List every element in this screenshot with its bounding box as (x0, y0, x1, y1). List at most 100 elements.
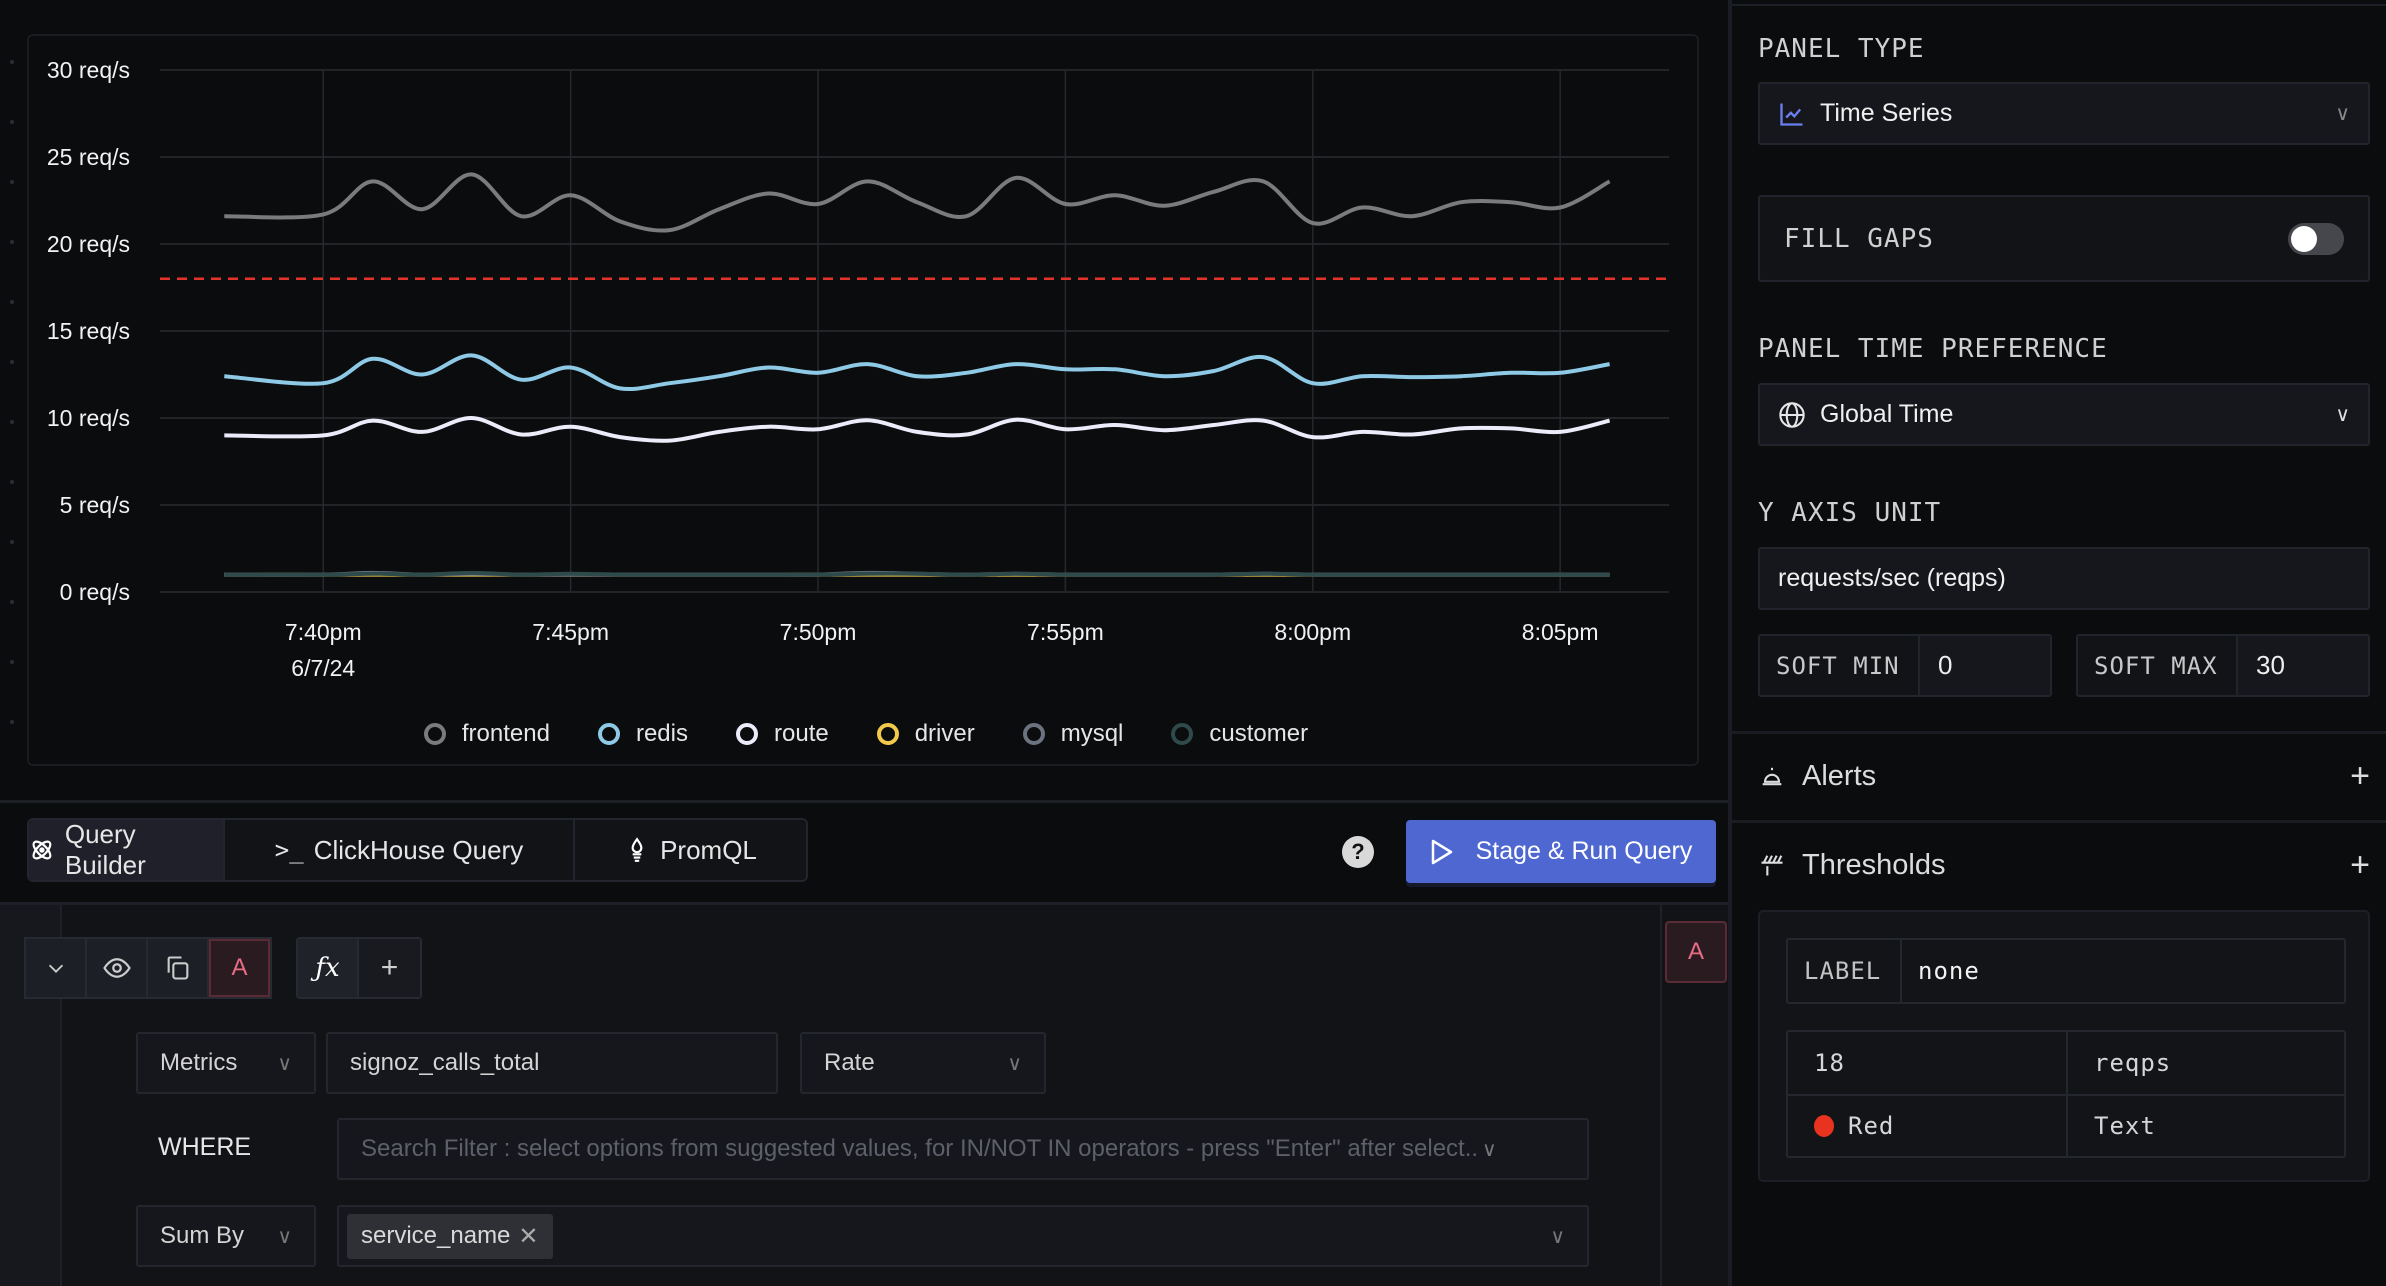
aggregate-operator-value: Rate (824, 1049, 875, 1076)
clone-query-button[interactable] (148, 939, 209, 997)
toggle-knob (2291, 225, 2317, 252)
remove-chip-icon[interactable]: ✕ (518, 1222, 538, 1251)
threshold-value-row: 18 reqps (1788, 1032, 2344, 1094)
dot (10, 540, 14, 544)
collapse-query-button[interactable] (26, 939, 87, 997)
soft-max-label: SOFT MAX (2078, 636, 2238, 695)
threshold-label-field: LABEL none (1786, 938, 2346, 1004)
threshold-unit-select[interactable]: reqps (2066, 1032, 2344, 1094)
alerts-label: Alerts (1802, 759, 1877, 792)
x-tick-label: 8:05pm (1522, 619, 1599, 645)
drag-handle-dots (10, 60, 16, 760)
add-formula-button[interactable]: ƒx (298, 939, 359, 997)
divider (1732, 820, 2386, 823)
legend-item-route[interactable]: route (736, 720, 829, 748)
fill-gaps-toggle[interactable] (2288, 222, 2344, 255)
panel-time-preference-select[interactable]: Global Time ∨ (1758, 383, 2370, 446)
add-query-button[interactable]: + (359, 939, 420, 997)
threshold-card: LABEL none 18 reqps Red Text (1758, 910, 2370, 1182)
y-axis-unit-input[interactable]: requests/sec (reqps) (1758, 547, 2370, 610)
y-tick-label: 5 req/s (60, 492, 130, 518)
metric-name-input[interactable]: signoz_calls_total (326, 1032, 778, 1094)
thresholds-section-header[interactable]: Thresholds + (1758, 840, 2370, 890)
legend-marker-icon (876, 723, 899, 745)
chevron-down-icon (48, 964, 63, 973)
legend-marker-icon (1171, 723, 1194, 745)
legend-item-frontend[interactable]: frontend (423, 720, 550, 748)
chevron-down-icon: ∨ (277, 1052, 292, 1075)
add-threshold-icon[interactable]: + (2350, 846, 2370, 885)
dot (10, 240, 14, 244)
editor-main: 0 req/s 5 req/s 10 req/s 15 req/s 20 req/s 25… (0, 0, 1732, 1286)
data-source-select[interactable]: Metrics ∨ (136, 1032, 316, 1094)
tab-label: PromQL (660, 834, 757, 865)
tab-query-builder[interactable]: Query Builder (29, 820, 225, 880)
prometheus-icon (631, 837, 643, 862)
query-a-tag[interactable]: A (1665, 921, 1727, 983)
query-name-badge[interactable]: A (209, 939, 270, 997)
legend-item-driver[interactable]: driver (876, 720, 975, 748)
stage-and-run-query-button[interactable]: Stage & Run Query (1406, 820, 1716, 883)
where-filter-input[interactable]: Search Filter : select options from sugg… (337, 1118, 1589, 1180)
y-axis-unit-label: Y AXIS UNIT (1758, 498, 1942, 528)
threshold-format-select[interactable]: Text (2066, 1096, 2344, 1156)
chevron-down-icon: ∨ (277, 1225, 292, 1248)
where-filter-placeholder: Search Filter : select options from sugg… (361, 1135, 1479, 1162)
threshold-value-input[interactable]: 18 (1788, 1032, 2066, 1094)
legend-item-customer[interactable]: customer (1171, 720, 1308, 748)
legend-label: redis (635, 720, 688, 747)
stage-and-run-label: Stage & Run Query (1475, 837, 1693, 865)
where-label: WHERE (158, 1133, 252, 1161)
panel-type-value: Time Series (1820, 99, 1953, 127)
help-icon[interactable]: ? (1342, 836, 1374, 868)
alerts-section-header[interactable]: Alerts + (1758, 751, 2370, 801)
legend-label: frontend (461, 720, 550, 747)
group-by-select[interactable]: service_name ✕ ∨ (337, 1205, 1589, 1267)
chevron-down-icon: ∨ (2335, 103, 2350, 125)
divider (0, 800, 1732, 803)
dot (10, 300, 14, 304)
line-chart-icon (1780, 103, 1803, 126)
x-tick-label: 8:00pm (1274, 619, 1351, 645)
chevron-down-icon: ∨ (2335, 404, 2350, 426)
legend-item-redis[interactable]: redis (597, 720, 688, 748)
chevron-down-icon: ∨ (1482, 1138, 1497, 1161)
color-swatch-icon (1814, 1115, 1834, 1137)
soft-max-field: SOFT MAX 30 (2076, 634, 2370, 697)
chart-panel: 0 req/s 5 req/s 10 req/s 15 req/s 20 req/s 25… (27, 34, 1699, 766)
legend-marker-icon (736, 723, 758, 745)
tab-clickhouse-query[interactable]: >_ ClickHouse Query (225, 820, 575, 880)
query-toolbar: A (24, 937, 272, 999)
threshold-style-row: Red Text (1788, 1094, 2344, 1156)
panel-type-select[interactable]: Time Series ∨ (1758, 82, 2370, 145)
query-type-tabs: Query Builder >_ ClickHouse Query PromQL (27, 818, 808, 882)
legend-label: customer (1209, 720, 1309, 747)
group-by-chip: service_name ✕ (347, 1213, 553, 1259)
aggregate-operator-select[interactable]: Rate ∨ (800, 1032, 1046, 1094)
tab-promql[interactable]: PromQL (575, 820, 806, 880)
chip-label: service_name (361, 1222, 511, 1249)
soft-max-input[interactable]: 30 (2238, 636, 2368, 695)
series-line-route (224, 415, 1611, 443)
fill-gaps-label: FILL GAPS (1784, 223, 1934, 254)
add-alert-icon[interactable]: + (2350, 757, 2370, 796)
group-by-operator-value: Sum By (160, 1222, 245, 1249)
legend-item-mysql[interactable]: mysql (1022, 720, 1123, 748)
chevron-down-icon: ∨ (1007, 1052, 1022, 1075)
chevron-down-icon: ∨ (1550, 1225, 1565, 1248)
y-tick-label: 15 req/s (47, 318, 130, 344)
threshold-icon (1761, 855, 1783, 876)
soft-min-input[interactable]: 0 (1920, 636, 2050, 695)
series-line-customer (224, 570, 1610, 577)
threshold-color-select[interactable]: Red (1788, 1096, 2066, 1156)
threshold-color-name: Red (1848, 1112, 1895, 1140)
threshold-label-input[interactable]: none (1902, 940, 2344, 1002)
atom-icon (32, 840, 52, 860)
legend-label: route (774, 720, 829, 747)
y-axis-unit-value: requests/sec (reqps) (1778, 564, 2006, 592)
toggle-visibility-button[interactable] (87, 939, 148, 997)
group-by-operator-select[interactable]: Sum By ∨ (136, 1205, 316, 1267)
dot (10, 180, 14, 184)
soft-min-label: SOFT MIN (1760, 636, 1920, 695)
tab-label: ClickHouse Query (313, 834, 524, 865)
